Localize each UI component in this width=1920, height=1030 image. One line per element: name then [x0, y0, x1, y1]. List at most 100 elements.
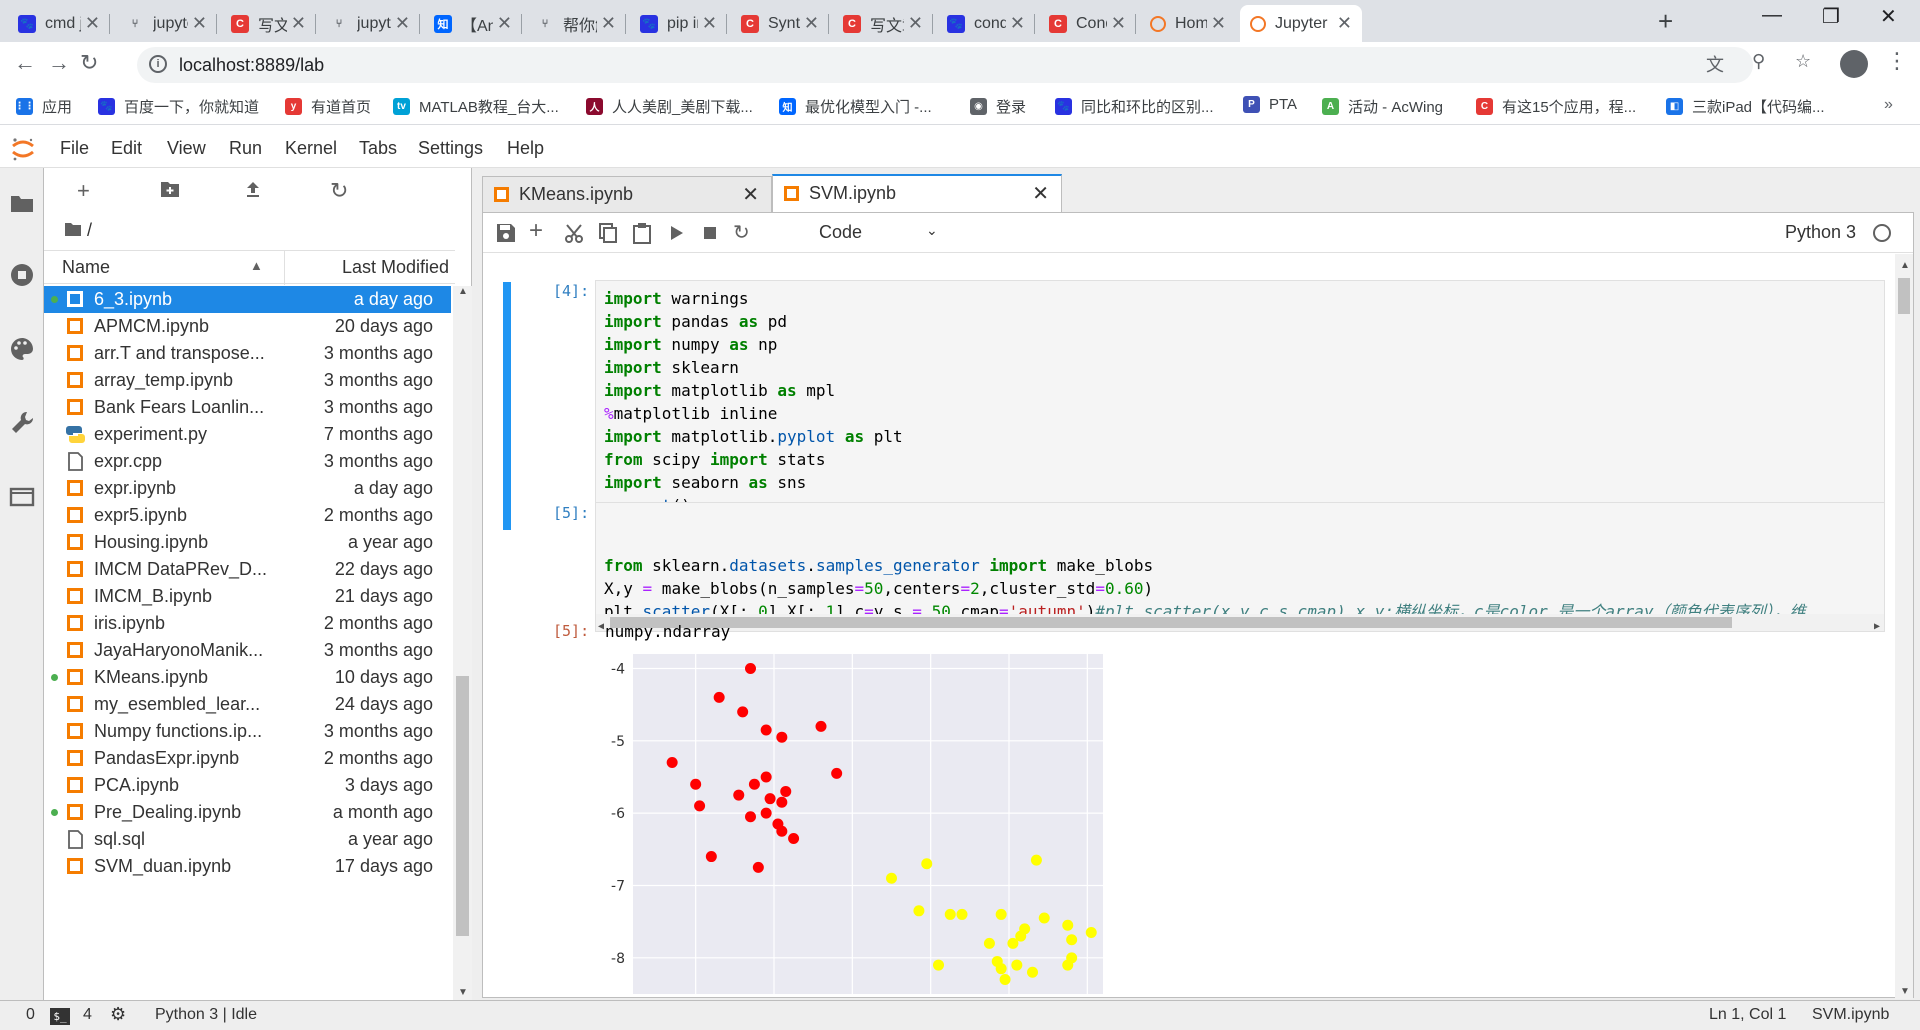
- menu-settings[interactable]: Settings: [418, 138, 483, 159]
- browser-tab[interactable]: 🐾 conda✕: [937, 5, 1035, 42]
- paste-icon[interactable]: [631, 222, 653, 244]
- folder-icon[interactable]: [9, 190, 35, 216]
- file-list-item[interactable]: PandasExpr.ipynb 2 months ago: [44, 745, 451, 772]
- file-list-item[interactable]: Numpy functions.ip... 3 months ago: [44, 718, 451, 745]
- file-list-item[interactable]: Pre_Dealing.ipynb a month ago: [44, 799, 451, 826]
- browser-tab[interactable]: C 写文章✕: [221, 5, 316, 42]
- browser-tab[interactable]: 知【Ana✕: [424, 5, 522, 42]
- profile-avatar-icon[interactable]: [1840, 50, 1868, 78]
- chevron-down-icon[interactable]: ⌄: [926, 222, 938, 239]
- close-tab-icon[interactable]: ✕: [702, 13, 717, 34]
- cell-type-select[interactable]: Code: [819, 222, 862, 243]
- close-tab-icon[interactable]: ✕: [85, 13, 100, 34]
- menu-view[interactable]: View: [167, 138, 206, 159]
- file-list-item[interactable]: IMCM_B.ipynb 21 days ago: [44, 583, 451, 610]
- bookmark-item[interactable]: ◉ 登录: [970, 96, 1026, 117]
- kernel-count[interactable]: 4: [83, 1006, 92, 1024]
- terminal-count[interactable]: 0: [26, 1006, 35, 1024]
- site-info-icon[interactable]: i: [149, 55, 167, 73]
- column-divider[interactable]: [284, 251, 285, 285]
- insert-cell-icon[interactable]: +: [529, 217, 551, 244]
- bookmark-item[interactable]: 🐾 百度一下，你就知道: [98, 96, 259, 117]
- scroll-up-icon[interactable]: ▲: [1900, 260, 1910, 271]
- close-tab-icon[interactable]: ✕: [1211, 13, 1226, 34]
- browser-tab[interactable]: ⑂ 帮你解✕: [526, 5, 626, 42]
- copy-icon[interactable]: [597, 222, 619, 244]
- close-tab-icon[interactable]: ✕: [1111, 13, 1126, 34]
- close-tab-icon[interactable]: ✕: [395, 13, 410, 34]
- file-list-item[interactable]: 6_3.ipynb a day ago: [44, 286, 451, 313]
- bookmark-item[interactable]: P PTA: [1243, 96, 1297, 113]
- kernel-name[interactable]: Python 3: [1785, 222, 1856, 243]
- scroll-right-icon[interactable]: ▶: [1874, 615, 1880, 631]
- menu-edit[interactable]: Edit: [111, 138, 142, 159]
- scroll-down-icon[interactable]: ▼: [1900, 986, 1910, 997]
- file-list-item[interactable]: experiment.py 7 months ago: [44, 421, 451, 448]
- minimize-icon[interactable]: —: [1762, 4, 1782, 27]
- breadcrumb[interactable]: /: [64, 220, 92, 241]
- forward-icon[interactable]: →: [48, 50, 70, 76]
- browser-tab[interactable]: C Conda✕: [1039, 5, 1136, 42]
- address-bar[interactable]: i localhost:8889/lab: [137, 47, 1753, 83]
- zoom-icon[interactable]: ⚲: [1752, 51, 1765, 72]
- bookmark-item[interactable]: 知最优化模型入门 -...: [779, 96, 932, 117]
- scroll-down-icon[interactable]: ▼: [458, 987, 468, 998]
- stop-icon[interactable]: [699, 222, 721, 244]
- bookmark-item[interactable]: 人人人美剧_美剧下载...: [586, 96, 753, 117]
- column-last-modified[interactable]: Last Modified: [342, 257, 449, 278]
- scroll-left-icon[interactable]: ◀: [598, 615, 604, 631]
- bookmark-item[interactable]: ◧ 三款iPad【代码编...: [1666, 96, 1825, 117]
- close-tab-icon[interactable]: ✕: [804, 13, 819, 34]
- code-horizontal-scrollbar[interactable]: ◀ ▶: [596, 614, 1884, 631]
- close-tab-icon[interactable]: ✕: [291, 13, 306, 34]
- browser-tab[interactable]: ⑂ jupyter✕: [116, 5, 217, 42]
- bookmark-star-icon[interactable]: ☆: [1795, 51, 1811, 72]
- running-kernels-icon[interactable]: [9, 262, 35, 288]
- tab-kmeans-notebook[interactable]: KMeans.ipynb ✕: [482, 176, 772, 212]
- column-name[interactable]: Name: [62, 257, 110, 278]
- chrome-menu-icon[interactable]: ⋮: [1886, 48, 1908, 74]
- browser-tab[interactable]: Jupyter ✕: [1240, 5, 1362, 42]
- folder-breadcrumb-icon[interactable]: [64, 222, 82, 237]
- file-list-item[interactable]: iris.ipynb 2 months ago: [44, 610, 451, 637]
- new-folder-icon[interactable]: [160, 180, 180, 198]
- tabs-panel-icon[interactable]: [9, 484, 35, 510]
- file-list-item[interactable]: expr5.ipynb 2 months ago: [44, 502, 451, 529]
- kernel-status-text[interactable]: Python 3 | Idle: [155, 1006, 257, 1024]
- close-window-icon[interactable]: ✕: [1880, 4, 1897, 29]
- file-list-item[interactable]: array_temp.ipynb 3 months ago: [44, 367, 451, 394]
- file-list-item[interactable]: expr.ipynb a day ago: [44, 475, 451, 502]
- scrollbar-thumb[interactable]: [610, 617, 1732, 628]
- file-list-item[interactable]: IMCM DataPRev_D... 22 days ago: [44, 556, 451, 583]
- new-launcher-icon[interactable]: +: [77, 178, 90, 204]
- menu-help[interactable]: Help: [507, 138, 544, 159]
- browser-tab[interactable]: ⑂ jupyter✕: [320, 5, 420, 42]
- menu-run[interactable]: Run: [229, 138, 262, 159]
- close-tab-icon[interactable]: ✕: [497, 13, 512, 34]
- file-list-item[interactable]: KMeans.ipynb 10 days ago: [44, 664, 451, 691]
- save-icon[interactable]: [495, 222, 517, 244]
- file-list-item[interactable]: JayaHaryonoManik... 3 months ago: [44, 637, 451, 664]
- terminal-icon[interactable]: $_: [50, 1008, 70, 1025]
- refresh-icon[interactable]: ↻: [330, 178, 348, 204]
- more-bookmarks-icon[interactable]: »: [1884, 96, 1893, 114]
- kernel-chip-icon[interactable]: ⚙: [110, 1004, 126, 1025]
- tab-svm-notebook[interactable]: SVM.ipynb ✕: [772, 174, 1062, 212]
- scrollbar-thumb[interactable]: [1898, 278, 1910, 314]
- file-list-item[interactable]: Bank Fears Loanlin... 3 months ago: [44, 394, 451, 421]
- close-tab-icon[interactable]: ✕: [192, 13, 207, 34]
- browser-tab[interactable]: C Syntax✕: [731, 5, 829, 42]
- new-tab-icon[interactable]: +: [1658, 6, 1673, 37]
- bookmark-item[interactable]: A 活动 - AcWing: [1322, 96, 1443, 117]
- wrench-icon[interactable]: [9, 410, 35, 436]
- close-tab-icon[interactable]: ✕: [742, 182, 759, 207]
- code-cell-editor[interactable]: import warnings import pandas as pd import…: [595, 280, 1885, 532]
- browser-tab[interactable]: 🐾 pip ins✕: [630, 5, 727, 42]
- file-list-item[interactable]: PCA.ipynb 3 days ago: [44, 772, 451, 799]
- close-tab-icon[interactable]: ✕: [1010, 13, 1025, 34]
- cursor-position[interactable]: Ln 1, Col 1: [1709, 1006, 1786, 1024]
- maximize-icon[interactable]: ❐: [1822, 4, 1840, 29]
- palette-icon[interactable]: [9, 336, 35, 362]
- code-cell-editor[interactable]: from sklearn.datasets.samples_generator …: [595, 502, 1885, 632]
- file-list-item[interactable]: my_esembled_lear... 24 days ago: [44, 691, 451, 718]
